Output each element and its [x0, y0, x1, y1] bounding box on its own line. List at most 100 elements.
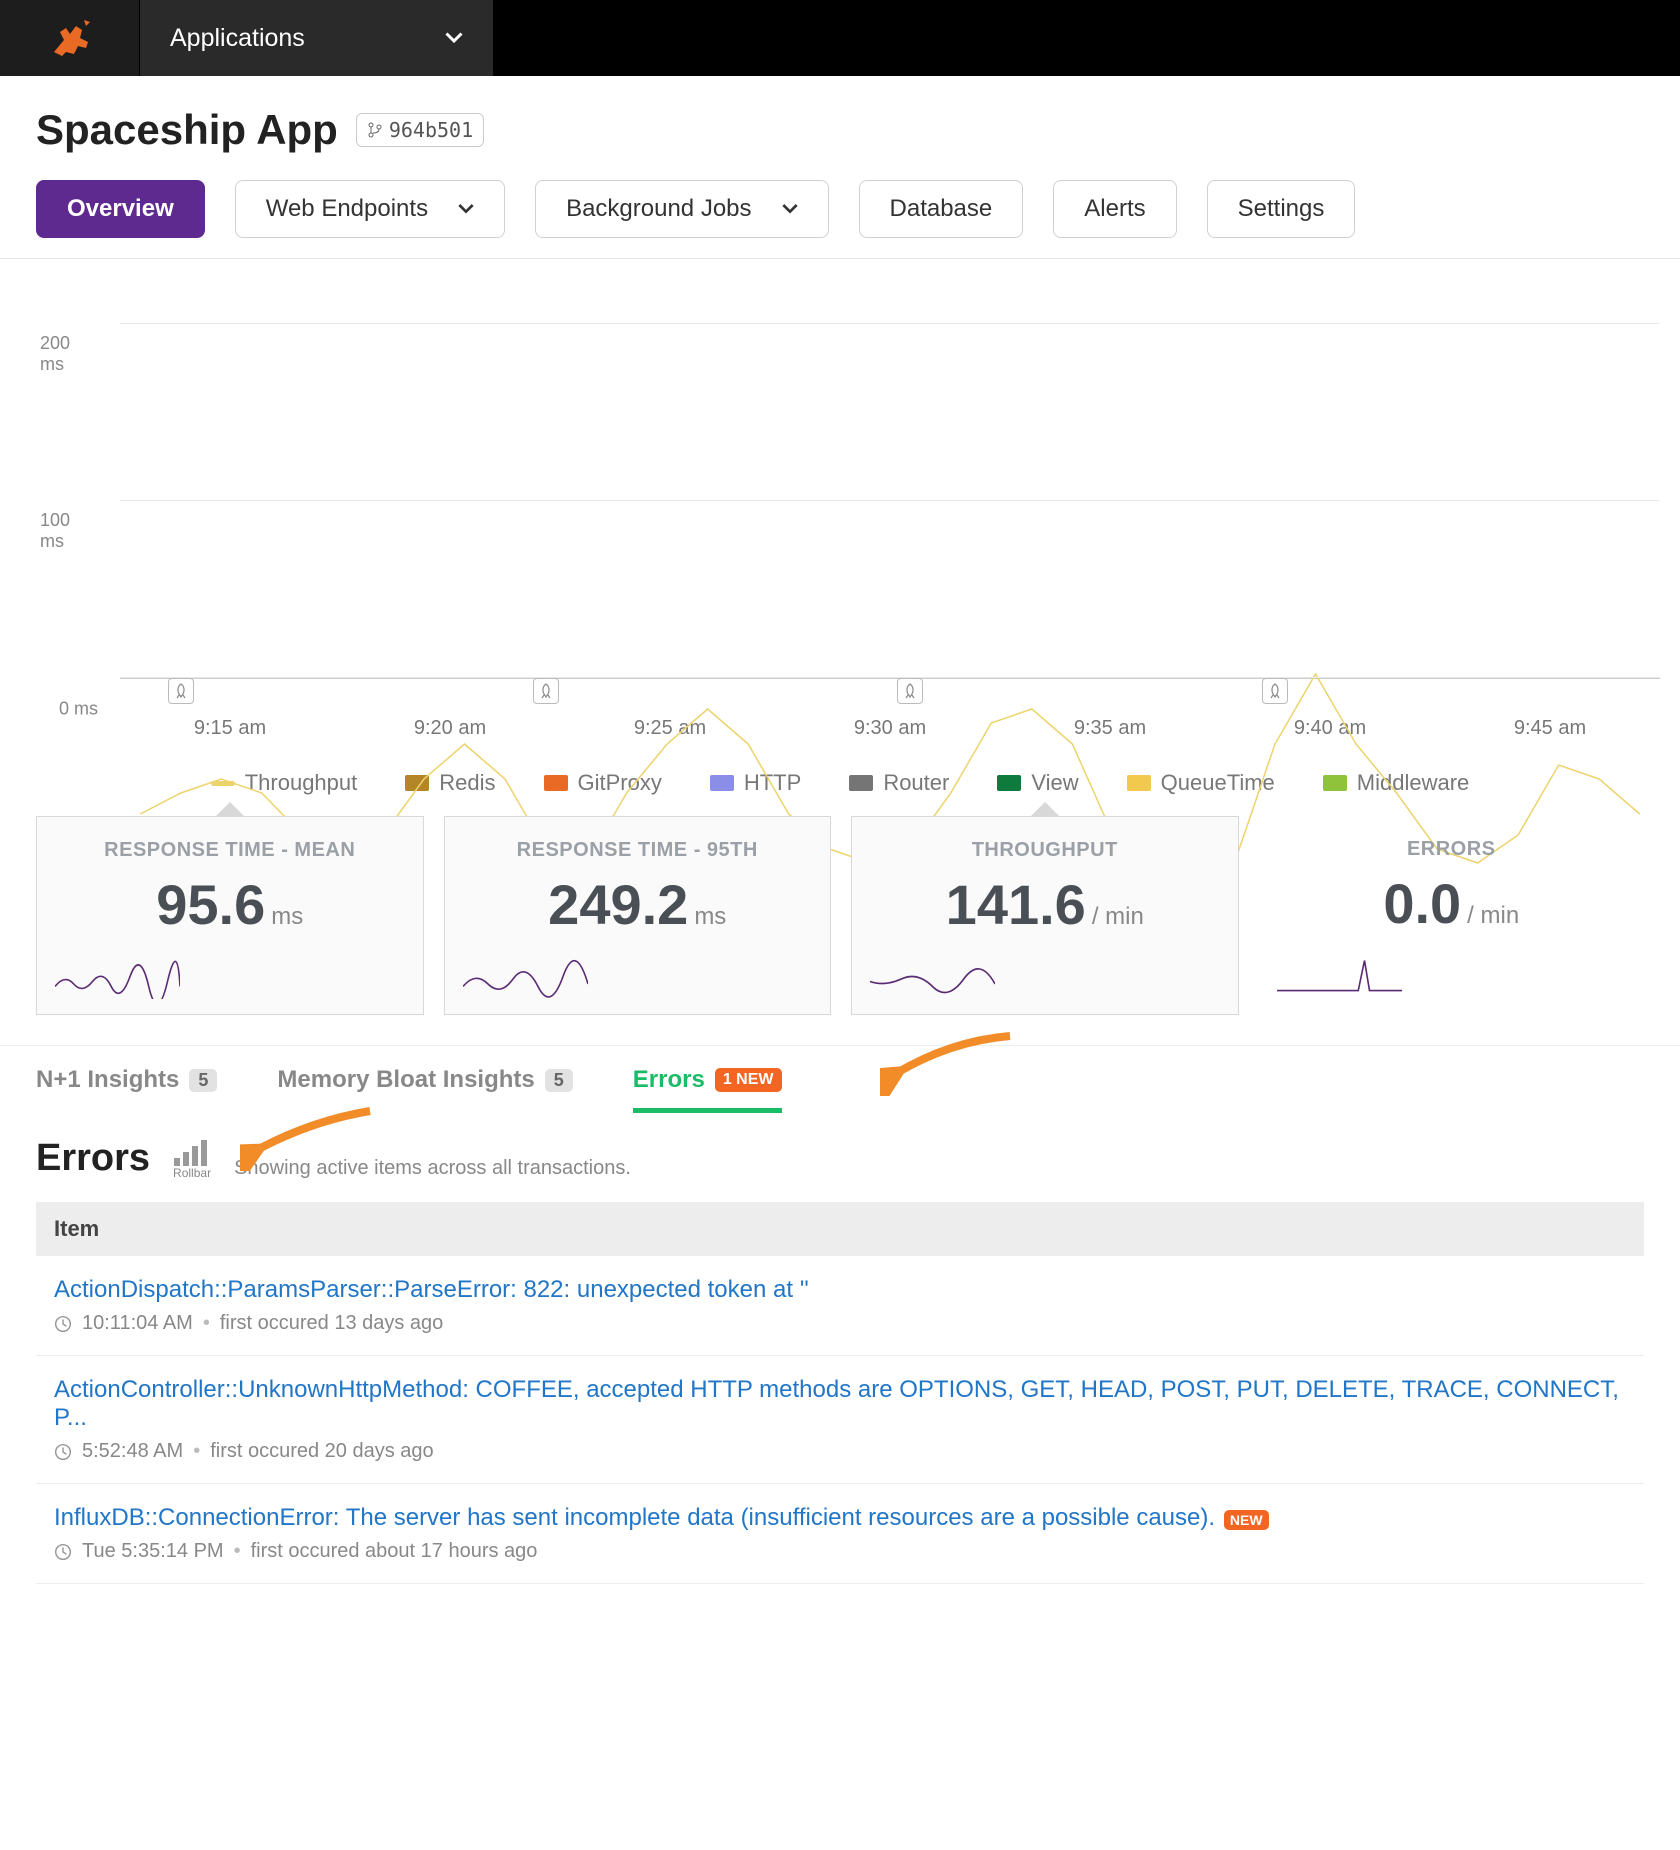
legend-swatch — [997, 775, 1021, 791]
error-time: 10:11:04 AM — [82, 1312, 193, 1335]
y-tick-label: 200 ms — [40, 333, 98, 375]
y-axis: 0 ms100 ms200 ms — [40, 289, 110, 709]
database-button[interactable]: Database — [859, 180, 1024, 238]
chart-plot-area[interactable] — [120, 289, 1660, 679]
app-title: Spaceship App — [36, 106, 338, 154]
error-first-occurred: first occured 20 days ago — [210, 1440, 433, 1463]
y-tick-label: 0 ms — [59, 699, 98, 720]
dog-logo-icon — [46, 16, 94, 60]
legend-item[interactable]: GitProxy — [544, 770, 662, 796]
legend-item[interactable]: Throughput — [211, 770, 358, 796]
sparkline — [55, 949, 180, 999]
legend-swatch — [1323, 775, 1347, 791]
legend-label: QueueTime — [1161, 770, 1275, 796]
error-meta: 5:52:48 AM•first occured 20 days ago — [54, 1440, 1626, 1463]
error-row: InfluxDB::ConnectionError: The server ha… — [36, 1484, 1644, 1584]
error-link[interactable]: ActionController::UnknownHttpMethod: COF… — [54, 1376, 1619, 1431]
git-branch-icon — [367, 122, 383, 138]
clock-icon — [54, 1543, 72, 1561]
chevron-down-icon — [445, 29, 463, 47]
errors-section: Errors Rollbar Showing active items acro… — [0, 1113, 1680, 1624]
x-tick-label: 9:25 am — [560, 717, 780, 740]
y-tick-label: 100 ms — [40, 510, 98, 552]
applications-label: Applications — [170, 24, 305, 53]
deploy-marker-icon[interactable] — [168, 678, 194, 704]
alerts-button[interactable]: Alerts — [1053, 180, 1176, 238]
legend-item[interactable]: View — [997, 770, 1078, 796]
deploy-marker-icon[interactable] — [533, 678, 559, 704]
overview-button[interactable]: Overview — [36, 180, 205, 238]
stat-card[interactable]: RESPONSE TIME - MEAN95.6ms — [36, 816, 424, 1015]
error-time: Tue 5:35:14 PM — [82, 1540, 224, 1563]
error-link[interactable]: InfluxDB::ConnectionError: The server ha… — [54, 1504, 1215, 1531]
errors-title: Errors — [36, 1137, 150, 1180]
legend-label: Router — [883, 770, 949, 796]
new-badge: 1 NEW — [715, 1068, 782, 1092]
settings-button[interactable]: Settings — [1207, 180, 1356, 238]
tab-errors[interactable]: Errors 1 NEW — [633, 1066, 782, 1113]
chevron-down-icon — [782, 201, 798, 217]
applications-dropdown[interactable]: Applications — [140, 0, 494, 76]
stat-unit: / min — [1092, 903, 1144, 930]
error-link[interactable]: ActionDispatch::ParamsParser::ParseError… — [54, 1276, 809, 1303]
stat-title: THROUGHPUT — [870, 839, 1220, 862]
count-badge: 5 — [545, 1069, 573, 1092]
legend-item[interactable]: Redis — [405, 770, 495, 796]
stat-card[interactable]: THROUGHPUT141.6/ min — [851, 816, 1239, 1015]
stat-card[interactable]: RESPONSE TIME - 95TH249.2ms — [444, 816, 832, 1015]
legend-swatch — [710, 775, 734, 791]
deploy-marker-icon[interactable] — [897, 678, 923, 704]
tab-nplus1[interactable]: N+1 Insights 5 — [36, 1066, 217, 1113]
legend-label: Redis — [439, 770, 495, 796]
rollbar-icon: Rollbar — [168, 1140, 216, 1180]
response-time-chart: 0 ms100 ms200 ms 9:15 am9:20 am9:25 am9:… — [0, 259, 1680, 816]
legend-item[interactable]: Middleware — [1323, 770, 1470, 796]
nav-tabs: Overview Web Endpoints Background Jobs D… — [36, 180, 1644, 238]
x-tick-label: 9:40 am — [1220, 717, 1440, 740]
stat-unit: ms — [694, 903, 726, 930]
x-tick-label: 9:30 am — [780, 717, 1000, 740]
error-meta: Tue 5:35:14 PM•first occured about 17 ho… — [54, 1540, 1626, 1563]
legend-swatch — [405, 775, 429, 791]
top-bar: Applications — [0, 0, 1680, 76]
legend-swatch — [544, 775, 568, 791]
errors-table-header: Item — [36, 1202, 1644, 1256]
legend-swatch — [211, 781, 235, 786]
commit-badge[interactable]: 964b501 — [356, 113, 484, 147]
legend-swatch — [1127, 775, 1151, 791]
legend-label: View — [1031, 770, 1078, 796]
deploy-marker-icon[interactable] — [1262, 678, 1288, 704]
stat-title: ERRORS — [1277, 838, 1627, 861]
sparkline — [463, 949, 588, 999]
error-meta: 10:11:04 AM•first occured 13 days ago — [54, 1312, 1626, 1335]
stat-card[interactable]: ERRORS 0.0/ min — [1259, 816, 1645, 1015]
stat-value: 0.0 — [1383, 872, 1461, 935]
legend-label: Throughput — [245, 770, 358, 796]
x-tick-label: 9:20 am — [340, 717, 560, 740]
web-endpoints-dropdown[interactable]: Web Endpoints — [235, 180, 505, 238]
legend-item[interactable]: Router — [849, 770, 949, 796]
error-time: 5:52:48 AM — [82, 1440, 183, 1463]
stat-unit: ms — [271, 903, 303, 930]
stat-value: 95.6 — [156, 873, 265, 936]
x-tick-label: 9:15 am — [120, 717, 340, 740]
chart-legend: Throughput Redis GitProxy HTTP Router View Que… — [0, 770, 1680, 796]
tab-memory-bloat[interactable]: Memory Bloat Insights 5 — [277, 1066, 572, 1113]
error-first-occurred: first occured about 17 hours ago — [251, 1540, 538, 1563]
stat-value: 249.2 — [548, 873, 688, 936]
page-header: Spaceship App 964b501 Overview Web Endpo… — [0, 76, 1680, 259]
count-badge: 5 — [189, 1069, 217, 1092]
logo[interactable] — [0, 0, 140, 76]
clock-icon — [54, 1315, 72, 1333]
stat-cards-row: RESPONSE TIME - MEAN95.6msRESPONSE TIME … — [0, 816, 1680, 1045]
errors-subtitle: Showing active items across all transact… — [234, 1157, 631, 1180]
background-jobs-dropdown[interactable]: Background Jobs — [535, 180, 828, 238]
legend-item[interactable]: HTTP — [710, 770, 801, 796]
stat-unit: / min — [1467, 902, 1519, 929]
new-badge: NEW — [1224, 1510, 1269, 1530]
legend-label: Middleware — [1357, 770, 1470, 796]
legend-label: GitProxy — [578, 770, 662, 796]
insights-tabs: N+1 Insights 5 Memory Bloat Insights 5 E… — [0, 1045, 1680, 1113]
legend-item[interactable]: QueueTime — [1127, 770, 1275, 796]
clock-icon — [54, 1443, 72, 1461]
